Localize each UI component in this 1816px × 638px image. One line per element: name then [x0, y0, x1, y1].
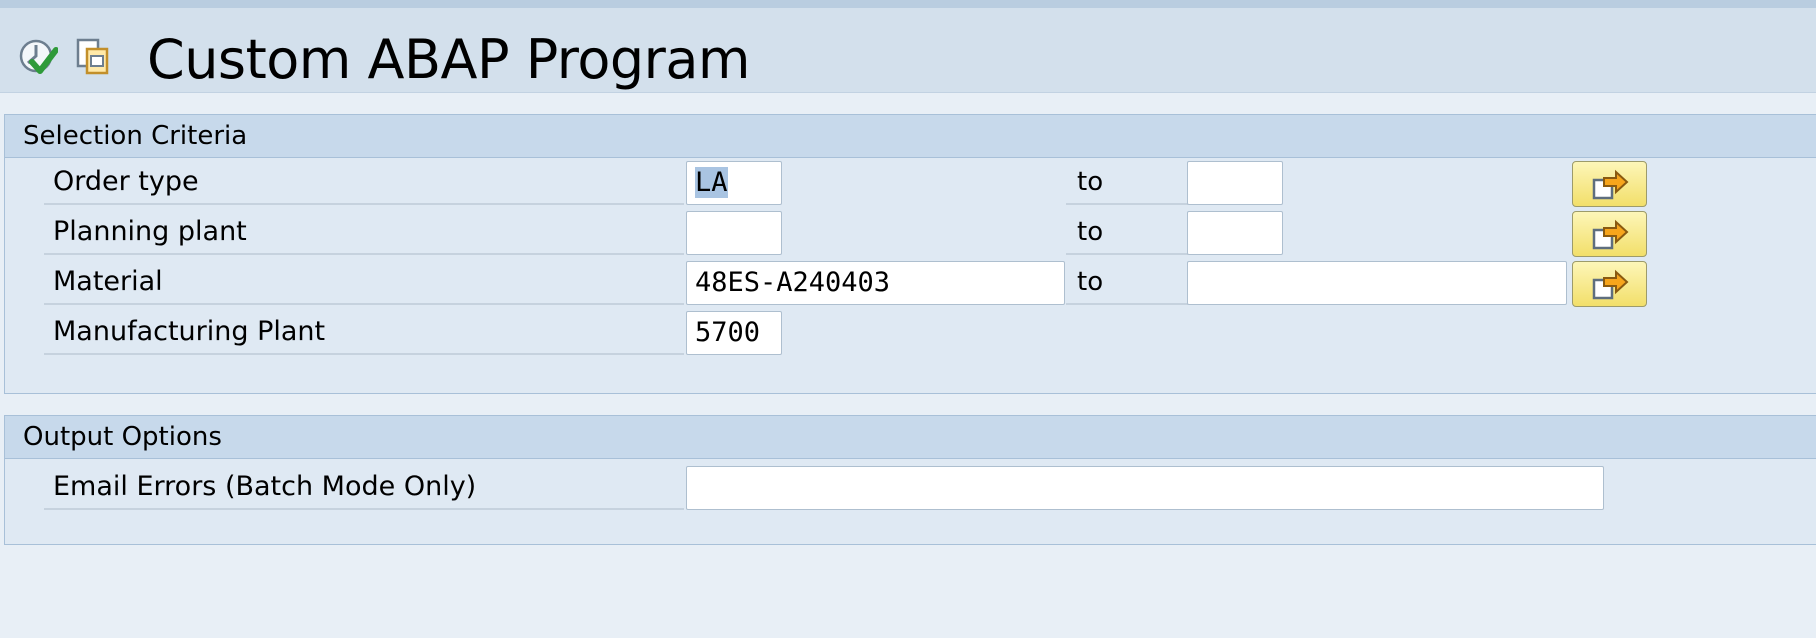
window-top-border — [0, 0, 1816, 8]
execute-icon[interactable] — [18, 36, 59, 78]
order-type-multiple-selection-button[interactable] — [1572, 161, 1647, 207]
order-type-row: Order type LA to — [5, 159, 1816, 207]
multiple-selection-arrow-icon — [1592, 219, 1629, 250]
planning-plant-high-input[interactable] — [1187, 211, 1283, 255]
order-type-to-label: to — [1066, 159, 1188, 205]
material-high-input[interactable] — [1187, 261, 1567, 305]
material-row: Material 48ES-A240403 to — [5, 259, 1816, 307]
planning-plant-multiple-selection-button[interactable] — [1572, 211, 1647, 257]
order-type-high-input[interactable] — [1187, 161, 1283, 205]
title-bar: Custom ABAP Program — [0, 8, 1816, 93]
planning-plant-row: Planning plant to — [5, 209, 1816, 257]
planning-plant-low-input[interactable] — [686, 211, 782, 255]
manufacturing-plant-label: Manufacturing Plant — [44, 309, 684, 355]
selection-criteria-group: Selection Criteria Order type LA to Plan… — [4, 114, 1816, 394]
material-to-label: to — [1066, 259, 1188, 305]
email-errors-input[interactable] — [686, 466, 1604, 510]
manufacturing-plant-row: Manufacturing Plant 5700 — [5, 309, 1816, 357]
order-type-label: Order type — [44, 159, 684, 205]
material-label: Material — [44, 259, 684, 305]
material-multiple-selection-button[interactable] — [1572, 261, 1647, 307]
email-errors-row: Email Errors (Batch Mode Only) — [5, 464, 1816, 512]
email-errors-label: Email Errors (Batch Mode Only) — [44, 464, 684, 510]
planning-plant-label: Planning plant — [44, 209, 684, 255]
selection-criteria-heading: Selection Criteria — [5, 115, 1816, 158]
page-title: Custom ABAP Program — [147, 28, 751, 91]
manufacturing-plant-input[interactable]: 5700 — [686, 311, 782, 355]
planning-plant-to-label: to — [1066, 209, 1188, 255]
material-low-input[interactable]: 48ES-A240403 — [686, 261, 1065, 305]
output-options-group: Output Options Email Errors (Batch Mode … — [4, 415, 1816, 545]
get-variant-icon[interactable] — [75, 36, 113, 78]
multiple-selection-arrow-icon — [1592, 169, 1629, 200]
order-type-low-value: LA — [695, 167, 728, 198]
output-options-heading: Output Options — [5, 416, 1816, 459]
order-type-low-input[interactable]: LA — [686, 161, 782, 205]
multiple-selection-arrow-icon — [1592, 269, 1629, 300]
